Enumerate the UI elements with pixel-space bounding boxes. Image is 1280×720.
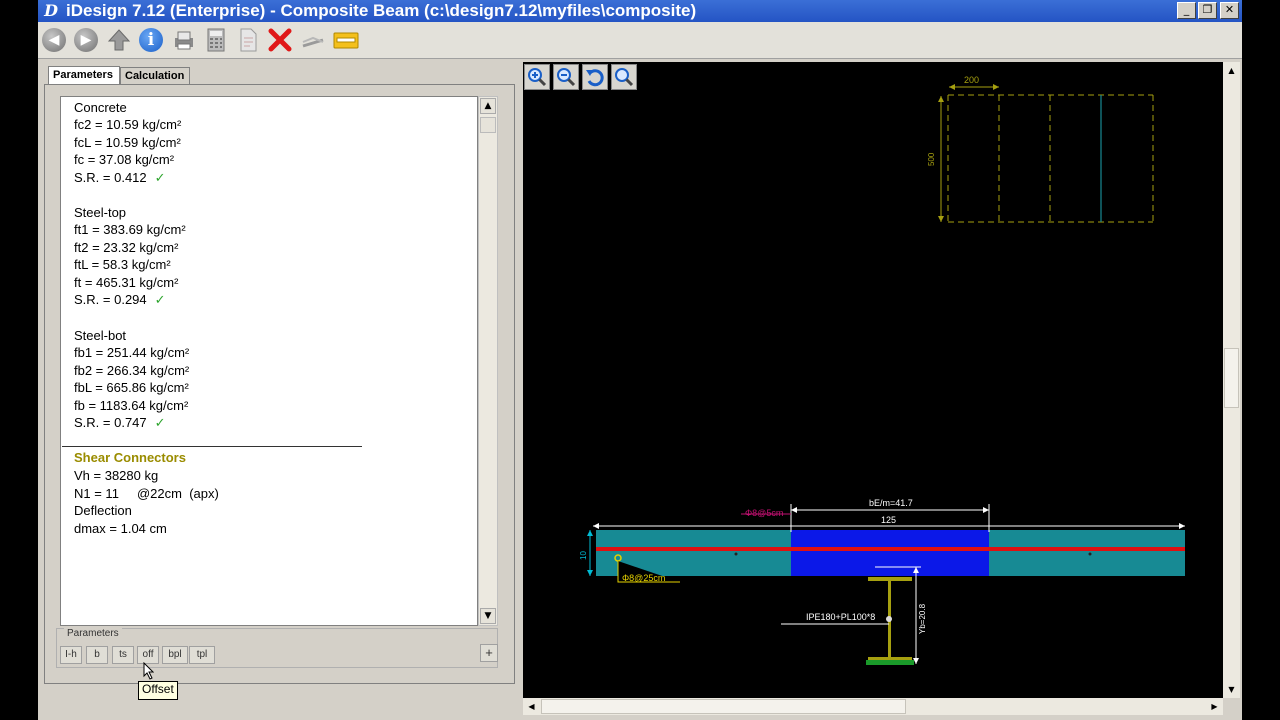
document-icon xyxy=(240,28,257,52)
restore-button[interactable]: ❐ xyxy=(1198,2,1217,19)
scroll-up-arrow-icon[interactable]: ▲ xyxy=(480,98,496,114)
result-value: fc = 37.08 kg/cm² xyxy=(74,152,175,167)
results-scrollbar[interactable]: ▲ ▼ xyxy=(478,96,498,626)
close-icon: ✕ xyxy=(1224,3,1235,16)
result-value: ft2 = 23.32 kg/cm² xyxy=(74,240,179,255)
canvas-vertical-scrollbar[interactable]: ▲ ▼ xyxy=(1223,62,1240,698)
result-value: fbL = 665.86 kg/cm² xyxy=(74,380,189,395)
deflection-heading: Deflection xyxy=(74,503,132,518)
scroll-thumb[interactable] xyxy=(480,117,496,133)
neutral-axis-label: Yb=20.8 xyxy=(918,603,927,634)
stress-ratio-value: S.R. = 0.747 xyxy=(74,415,147,430)
minimize-button[interactable]: _ xyxy=(1177,2,1196,19)
scroll-right-arrow-icon[interactable]: ▶ xyxy=(1207,699,1222,714)
check-icon: ✓ xyxy=(154,292,166,307)
result-value: fb = 1183.64 kg/cm² xyxy=(74,398,189,413)
folder-icon xyxy=(333,32,359,49)
mouse-cursor-icon xyxy=(143,662,154,680)
plan-view xyxy=(938,84,1154,223)
result-value: dmax = 1.04 cm xyxy=(74,521,167,536)
window-title: iDesign 7.12 (Enterprise) - Composite Be… xyxy=(66,1,697,20)
section-name-label: IPE180+PL100*8 xyxy=(806,612,875,622)
restore-icon: ❐ xyxy=(1202,3,1213,16)
result-value: ft1 = 383.69 kg/cm² xyxy=(74,222,186,237)
sign-icon xyxy=(302,36,324,48)
steel-top-heading: Steel-top xyxy=(74,205,127,220)
calculator-button[interactable] xyxy=(201,25,231,55)
info-button[interactable]: i xyxy=(136,25,166,55)
param-button-bpl[interactable]: bpl xyxy=(162,646,188,664)
scroll-up-arrow-icon[interactable]: ▲ xyxy=(1224,63,1239,78)
forward-button[interactable]: ▶ xyxy=(71,25,101,55)
close-button[interactable]: ✕ xyxy=(1220,2,1239,19)
scroll-left-arrow-icon[interactable]: ◀ xyxy=(524,699,539,714)
composite-section xyxy=(587,504,1185,665)
result-value: ftL = 58.3 kg/cm² xyxy=(74,257,171,272)
offset-tooltip: Offset xyxy=(138,681,178,700)
steel-bot-heading: Steel-bot xyxy=(74,328,127,343)
vertical-scroll-thumb[interactable] xyxy=(1224,348,1239,408)
folder-button[interactable] xyxy=(331,25,361,55)
result-value: Vh = 38280 kg xyxy=(74,468,159,483)
param-button-ts[interactable]: ts xyxy=(112,646,134,664)
param-button-b[interactable]: b xyxy=(86,646,108,664)
forward-icon: ▶ xyxy=(74,28,98,52)
param-button-tpl[interactable]: tpl xyxy=(189,646,215,664)
app-window: D iDesign 7.12 (Enterprise) - Composite … xyxy=(38,0,1242,720)
calculator-icon xyxy=(207,28,225,52)
check-icon: ✓ xyxy=(154,415,166,430)
up-icon xyxy=(107,29,131,51)
stress-ratio: S.R. = 0.294 ✓ xyxy=(74,292,166,308)
delete-button[interactable] xyxy=(265,25,295,55)
minimize-icon: _ xyxy=(1183,3,1190,16)
span-label: 125 xyxy=(881,515,896,525)
slab-thickness-label: 10 xyxy=(579,551,588,560)
canvas-horizontal-scrollbar[interactable]: ◀ ▶ xyxy=(523,698,1223,715)
info-icon: i xyxy=(139,28,163,52)
result-value: N1 = 11 @22cm (apx) xyxy=(74,486,219,501)
plan-height-label: 500 xyxy=(927,152,936,166)
result-value: ft = 465.31 kg/cm² xyxy=(74,275,179,290)
result-value: fc2 = 10.59 kg/cm² xyxy=(74,117,182,132)
print-button[interactable] xyxy=(169,25,199,55)
horizontal-scroll-thumb[interactable] xyxy=(541,699,906,714)
scroll-down-arrow-icon[interactable]: ▼ xyxy=(1224,682,1239,697)
parameters-frame-label: Parameters xyxy=(64,628,122,640)
title-bar: D iDesign 7.12 (Enterprise) - Composite … xyxy=(38,0,1242,22)
sign-button[interactable] xyxy=(298,25,328,55)
plan-width-label: 200 xyxy=(964,75,979,85)
result-value: fcL = 10.59 kg/cm² xyxy=(74,135,181,150)
drawing-canvas[interactable]: 200 500 bE/m=41.7 125 Φ8@5cm 10 Φ8@25cm … xyxy=(523,62,1223,698)
back-icon: ◀ xyxy=(42,28,66,52)
add-parameter-button[interactable]: + xyxy=(480,644,498,662)
app-logo-icon: D xyxy=(44,1,58,20)
beam-drawing: 200 500 bE/m=41.7 125 Φ8@5cm 10 Φ8@25cm … xyxy=(579,75,1185,665)
scroll-down-arrow-icon[interactable]: ▼ xyxy=(480,608,496,624)
stress-ratio: S.R. = 0.747 ✓ xyxy=(74,415,166,431)
document-button[interactable] xyxy=(233,25,263,55)
effective-width-label: bE/m=41.7 xyxy=(869,498,913,508)
result-value: fb2 = 266.34 kg/cm² xyxy=(74,363,190,378)
effective-width-zone xyxy=(791,530,989,576)
check-icon: ✓ xyxy=(154,170,166,185)
shear-connectors-heading: Shear Connectors xyxy=(74,450,186,465)
delete-icon xyxy=(268,28,292,52)
concrete-heading: Concrete xyxy=(74,100,127,115)
up-button[interactable] xyxy=(104,25,134,55)
stress-ratio-value: S.R. = 0.412 xyxy=(74,170,147,185)
stress-ratio: S.R. = 0.412 ✓ xyxy=(74,170,166,186)
tab-calculation[interactable]: Calculation xyxy=(120,67,190,84)
tab-parameters[interactable]: Parameters xyxy=(48,66,120,84)
toolbar: ◀ ▶ i xyxy=(38,22,1242,59)
stress-ratio-value: S.R. = 0.294 xyxy=(74,292,147,307)
print-icon xyxy=(175,31,193,50)
bottom-rebar-label: Φ8@25cm xyxy=(622,573,665,583)
back-button[interactable]: ◀ xyxy=(39,25,69,55)
top-rebar-label: Φ8@5cm xyxy=(745,508,783,518)
result-value: fb1 = 251.44 kg/cm² xyxy=(74,345,190,360)
section-divider xyxy=(62,446,362,447)
param-button-i-h[interactable]: I-h xyxy=(60,646,82,664)
